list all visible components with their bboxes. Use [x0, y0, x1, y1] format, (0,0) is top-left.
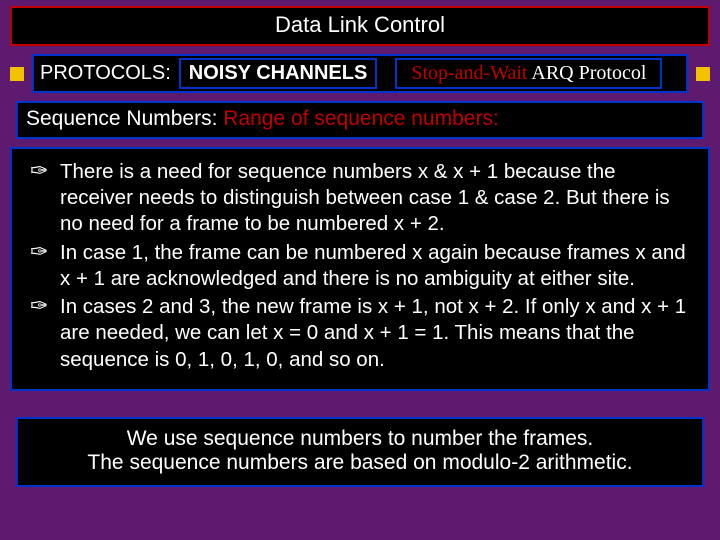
subtitle-white: Sequence Numbers: — [26, 107, 223, 130]
slide-title: Data Link Control — [10, 6, 710, 46]
protocols-row-inner: PROTOCOLS: NOISY CHANNELS Stop-and-Wait … — [32, 54, 688, 93]
footer-line-2: The sequence numbers are based on modulo… — [28, 451, 692, 475]
protocols-row: PROTOCOLS: NOISY CHANNELS Stop-and-Wait … — [10, 54, 710, 93]
stopwait-red: Stop-and-Wait — [411, 62, 531, 84]
bullet-icon: ✑ — [30, 294, 48, 318]
list-item: ✑ There is a need for sequence numbers x… — [30, 159, 690, 238]
stopwait-white: ARQ Protocol — [531, 62, 646, 84]
bullet-text: There is a need for sequence numbers x &… — [60, 160, 670, 235]
subtitle-red: Range of sequence numbers: — [223, 107, 499, 130]
bullet-text: In case 1, the frame can be numbered x a… — [60, 241, 686, 290]
row-marker-left — [10, 67, 24, 81]
bullet-icon: ✑ — [30, 240, 48, 264]
bullet-text: In cases 2 and 3, the new frame is x + 1… — [60, 295, 686, 370]
footer-line-1: We use sequence numbers to number the fr… — [28, 427, 692, 451]
stop-and-wait-box: Stop-and-Wait ARQ Protocol — [395, 58, 662, 89]
row-marker-right — [696, 67, 710, 81]
subtitle-bar: Sequence Numbers: Range of sequence numb… — [16, 101, 704, 139]
footer-note: We use sequence numbers to number the fr… — [16, 417, 704, 487]
body-box: ✑ There is a need for sequence numbers x… — [10, 147, 710, 391]
protocols-label: PROTOCOLS: — [40, 62, 171, 85]
list-item: ✑ In case 1, the frame can be numbered x… — [30, 240, 690, 292]
noisy-channels-box: NOISY CHANNELS — [179, 58, 378, 89]
list-item: ✑ In cases 2 and 3, the new frame is x +… — [30, 294, 690, 373]
bullet-icon: ✑ — [30, 159, 48, 183]
bullet-list: ✑ There is a need for sequence numbers x… — [30, 159, 690, 373]
